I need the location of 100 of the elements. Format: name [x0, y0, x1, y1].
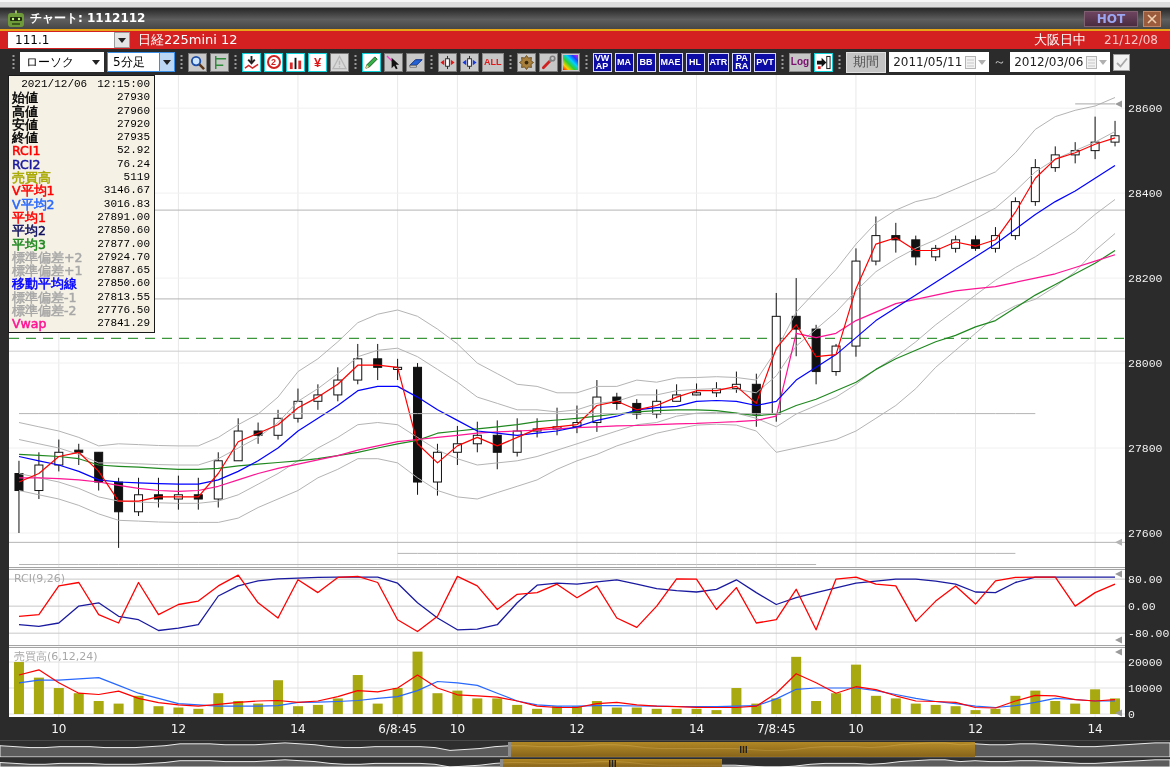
candlestick: [94, 451, 104, 491]
time-label: 6/8:45: [378, 722, 417, 736]
grip-icon: [12, 54, 15, 70]
volume-bar: [452, 690, 463, 714]
volume-bar: [611, 707, 622, 714]
candlestick: [492, 419, 502, 470]
toolbar-button[interactable]: [460, 52, 479, 72]
indicator-value: 3146.67: [103, 184, 150, 198]
instrument-name: 日経225mini 12: [138, 31, 239, 49]
indicator-button[interactable]: MA: [614, 52, 634, 72]
toolbar-button[interactable]: [438, 52, 457, 72]
axis-label: 27600: [1128, 527, 1163, 540]
pencil-icon: [364, 54, 379, 70]
volume-bar: [193, 708, 204, 714]
info-date: 2021/12/06: [21, 78, 88, 92]
time-label: 10: [51, 722, 67, 736]
indicator-value: 5119: [123, 171, 150, 185]
indicator-value: 27891.00: [97, 210, 150, 225]
date-field[interactable]: 2012/03/06: [1010, 52, 1111, 72]
candlestick-icon: [440, 54, 455, 70]
indicator-button[interactable]: PARA: [732, 52, 752, 72]
candlestick: [552, 407, 562, 436]
time-label: 7/8:45: [756, 722, 796, 736]
toolbar-button[interactable]: [286, 52, 305, 72]
candlestick: [871, 216, 881, 266]
volume-bar: [1090, 689, 1101, 714]
indicator-button[interactable]: PVT: [754, 52, 776, 72]
candlestick: [253, 422, 263, 445]
caret-icon: [163, 59, 171, 65]
chart-type-select[interactable]: ローソク: [20, 52, 104, 72]
time-label: 14: [1087, 722, 1103, 736]
volume-bar: [412, 651, 423, 714]
symbol-combo[interactable]: 111.1: [8, 32, 130, 48]
volume-bar: [432, 693, 443, 714]
candlestick: [233, 417, 243, 462]
toolbar-button[interactable]: [362, 52, 381, 72]
indicator-label: 平均2: [12, 224, 46, 238]
wrench-icon: [540, 54, 556, 70]
log-button[interactable]: Log: [788, 52, 812, 72]
indicator-button[interactable]: VWAP: [592, 52, 612, 72]
toolbar-button[interactable]: [384, 52, 403, 72]
rainbow-icon: [562, 54, 578, 70]
indicator-label: 売買高: [12, 171, 51, 185]
scroll-handle[interactable]: [508, 742, 975, 757]
indicator-button[interactable]: ATR: [707, 52, 730, 72]
axis-label: 28600: [1128, 102, 1163, 116]
indicator-label: 平均3: [12, 237, 46, 251]
indicator-button[interactable]: MAE: [658, 52, 683, 72]
candlestick: [692, 382, 702, 396]
toolbar-button[interactable]: [188, 52, 207, 72]
date-field[interactable]: 2011/05/11: [889, 52, 990, 72]
volume-bar: [910, 703, 921, 714]
calendar-icon: [965, 55, 977, 69]
candlestick: [1050, 145, 1060, 173]
close-button[interactable]: [1143, 10, 1161, 27]
candlestick: [811, 324, 821, 385]
indicator-label: 高値: [12, 104, 38, 118]
range-checkbox[interactable]: [1113, 53, 1131, 71]
triangle-marker-icon: [1115, 538, 1122, 546]
toolbar-button[interactable]: [560, 52, 580, 72]
caret-icon: [92, 59, 100, 65]
interval-select[interactable]: 5分足: [107, 52, 175, 72]
period-button[interactable]: 期間: [846, 51, 887, 73]
volume-bar: [233, 701, 244, 714]
toolbar-button[interactable]: [516, 52, 536, 72]
candlestick: [74, 443, 84, 466]
toolbar-button[interactable]: [814, 52, 834, 72]
indicator-button[interactable]: HL: [685, 52, 705, 72]
toolbar-button[interactable]: [210, 52, 229, 72]
volume-bar: [1110, 698, 1121, 714]
calendar-icon: [1086, 55, 1098, 69]
indicator-button[interactable]: BB: [636, 52, 656, 72]
indicator-label: 標準偏差+1: [12, 264, 83, 278]
scroll-handle[interactable]: [500, 759, 722, 767]
hot-button[interactable]: HOT: [1084, 10, 1138, 27]
volume-bar: [153, 706, 164, 714]
toolbar-button[interactable]: [538, 52, 558, 72]
candlestick: [931, 244, 941, 262]
axis-label: 27800: [1128, 442, 1163, 456]
candlestick: [173, 475, 183, 511]
volume-bar: [850, 664, 861, 714]
volume-bar: [771, 698, 782, 714]
yen-button[interactable]: ¥: [308, 52, 327, 72]
volume-bar: [831, 693, 842, 714]
zoom-button[interactable]: 2: [264, 52, 283, 72]
chart-title: 売買高(6,12,24): [14, 650, 98, 663]
candlestick: [472, 421, 482, 453]
volume-bar: [870, 695, 881, 714]
toolbar-button[interactable]: [406, 52, 425, 72]
indicator-label: 安値: [12, 117, 38, 132]
indicator-value: 27850.60: [97, 277, 150, 291]
grip-icon: [508, 54, 512, 70]
volume-bar: [552, 706, 563, 714]
caret-icon: [1099, 59, 1108, 65]
candlestick: [751, 373, 761, 428]
candlestick: [373, 343, 383, 381]
dropdown-button[interactable]: [114, 32, 130, 48]
toolbar-button[interactable]: [242, 52, 261, 72]
candlestick: [452, 425, 462, 466]
volume-bar: [990, 708, 1001, 714]
